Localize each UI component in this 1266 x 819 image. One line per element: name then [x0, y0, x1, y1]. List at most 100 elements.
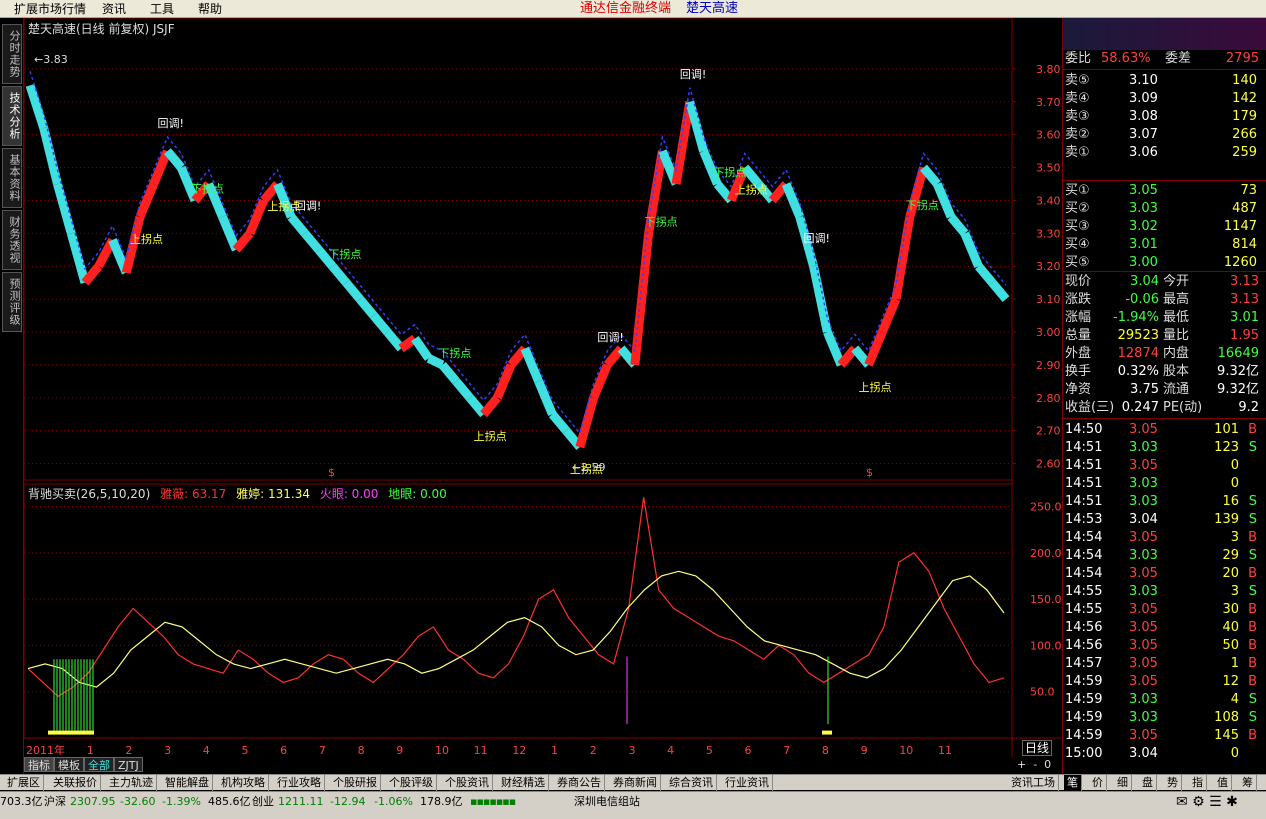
x-tick-label: 6: [745, 744, 752, 757]
divider: [1063, 418, 1266, 419]
bottom-tab[interactable]: 扩展区: [4, 775, 44, 791]
chart-area[interactable]: 2.60 2.70 2.80 2.90 3.00 3.10 3.20 3.30 3.40 3.50…: [0, 18, 1062, 774]
price-bar: [452, 378, 474, 401]
tick-price: 3.05: [1129, 566, 1158, 581]
indicator-tick-label: 150.0: [1030, 593, 1062, 606]
right-tab[interactable]: 细: [1114, 775, 1132, 791]
period-label[interactable]: 日线: [1022, 740, 1053, 756]
stat-row: 现价 3.04 今开 3.13: [1065, 273, 1263, 291]
tick-time: 14:54: [1065, 548, 1103, 563]
sh-amount-2: 485.6亿: [208, 795, 251, 808]
bottom-tab[interactable]: 智能解盘: [162, 775, 213, 791]
x-tick-label: 8: [358, 744, 365, 757]
tick-row: 14:51 3.03 123 S: [1065, 439, 1263, 457]
indicator-huoyan: 火眼: 0.00: [319, 487, 379, 501]
chart-header: 楚天高速(日线 前复权) JSJF: [28, 22, 175, 36]
menu-help[interactable]: 帮助: [198, 2, 222, 16]
sh-change: -32.60: [120, 795, 156, 808]
tick-price: 3.05: [1129, 602, 1158, 617]
tab-zjtj[interactable]: ZJTJ: [114, 757, 143, 772]
tick-row: 14:53 3.04 139 S: [1065, 511, 1263, 529]
bottom-tab[interactable]: 券商新闻: [610, 775, 661, 791]
up-turn-label: 上拐点: [570, 462, 603, 476]
tab-template[interactable]: 模板: [54, 757, 84, 772]
bottom-tab[interactable]: 行业资讯: [722, 775, 773, 791]
callback-label: 回调!: [680, 68, 706, 81]
tick-side: S: [1248, 548, 1257, 563]
callback-label: 回调!: [597, 331, 623, 344]
tick-time: 15:00: [1065, 746, 1103, 761]
tick-price: 3.04: [1129, 512, 1158, 527]
tick-time: 14:59: [1065, 710, 1103, 725]
bottom-tab[interactable]: 行业攻略: [274, 775, 325, 791]
menu-news[interactable]: 资讯: [102, 2, 126, 16]
tick-volume: 29: [1222, 548, 1239, 563]
site-logo: [1063, 18, 1266, 50]
price-bar: [342, 279, 364, 302]
right-tab[interactable]: 盘: [1139, 775, 1157, 791]
tick-volume: 20: [1222, 566, 1239, 581]
tick-price: 3.05: [1129, 530, 1158, 545]
zoom-controls[interactable]: + - 0: [1014, 757, 1054, 772]
sell-label: 卖③: [1065, 109, 1090, 124]
indicator-tabs: 指标 模板 全部 ZJTJ + - 0: [24, 757, 1062, 772]
menu-extended-market[interactable]: 扩展市场行情: [14, 2, 86, 16]
tick-side: S: [1248, 584, 1257, 599]
x-tick-label: 2: [590, 744, 597, 757]
bottom-tab[interactable]: 个股研报: [330, 775, 381, 791]
buy-price: 3.02: [1129, 219, 1158, 234]
stat-value: 3.04: [1130, 274, 1159, 289]
buy-label: 买②: [1065, 201, 1090, 216]
bottom-tab[interactable]: 财经精选: [498, 775, 549, 791]
tick-row: 14:51 3.05 0: [1065, 457, 1263, 475]
tick-price: 3.03: [1129, 584, 1158, 599]
tick-time: 14:59: [1065, 692, 1103, 707]
tick-side: S: [1248, 692, 1257, 707]
tick-side: B: [1248, 530, 1257, 545]
tick-time: 14:54: [1065, 530, 1103, 545]
right-tab[interactable]: 笔: [1064, 775, 1082, 791]
tick-time: 14:53: [1065, 512, 1103, 527]
buy-volume: 1260: [1223, 255, 1257, 270]
buy-price: 3.05: [1129, 183, 1158, 198]
right-tab[interactable]: 值: [1214, 775, 1232, 791]
buy-volume: 73: [1240, 183, 1257, 198]
tab-all[interactable]: 全部: [84, 757, 114, 772]
tick-side: S: [1248, 494, 1257, 509]
right-tab[interactable]: 价: [1089, 775, 1107, 791]
x-tick-label: 3: [628, 744, 635, 757]
price-bar: [370, 312, 391, 335]
sell-price: 3.10: [1129, 73, 1158, 88]
bottom-tab[interactable]: 主力轨迹: [106, 775, 157, 791]
bottom-tab[interactable]: 个股资讯: [442, 775, 493, 791]
buy-order-row: 买④ 3.01 814: [1065, 236, 1263, 254]
bottom-tab[interactable]: 个股评级: [386, 775, 437, 791]
price-bar: [920, 164, 941, 187]
tick-price: 3.05: [1129, 458, 1158, 473]
bottom-tab[interactable]: 综合资讯: [666, 775, 717, 791]
bottom-tab[interactable]: 券商公告: [554, 775, 605, 791]
bottom-tab[interactable]: 资讯工场: [1008, 775, 1059, 791]
tick-price: 3.03: [1129, 710, 1158, 725]
tray-icons[interactable]: ✉ ⚙ ☰ ✱: [1176, 795, 1238, 809]
bottom-tab[interactable]: 关联报价: [50, 775, 101, 791]
menu-tools[interactable]: 工具: [150, 2, 174, 16]
price-tick-label: 3.60: [1036, 129, 1061, 142]
cy-pct: -1.06%: [374, 795, 413, 808]
stat-value: 3.01: [1230, 310, 1259, 325]
tick-price: 3.03: [1129, 440, 1158, 455]
tick-volume: 3: [1230, 530, 1239, 545]
price-bar: [232, 230, 254, 253]
stat-value: 3.13: [1230, 292, 1259, 307]
bottom-tab[interactable]: 机构攻略: [218, 775, 269, 791]
stat-value: 9.2: [1238, 400, 1259, 415]
tick-volume: 40: [1222, 620, 1239, 635]
right-tab[interactable]: 势: [1164, 775, 1182, 791]
price-bar: [356, 296, 378, 319]
right-tab[interactable]: 筹: [1239, 775, 1257, 791]
stat-value: 3.13: [1230, 274, 1259, 289]
chart-svg[interactable]: 2.60 2.70 2.80 2.90 3.00 3.10 3.20 3.30 3.40 3.50…: [0, 18, 1062, 774]
right-tab[interactable]: 指: [1189, 775, 1207, 791]
tab-indicator[interactable]: 指标: [24, 757, 54, 772]
stat-label: 流通: [1163, 382, 1190, 397]
